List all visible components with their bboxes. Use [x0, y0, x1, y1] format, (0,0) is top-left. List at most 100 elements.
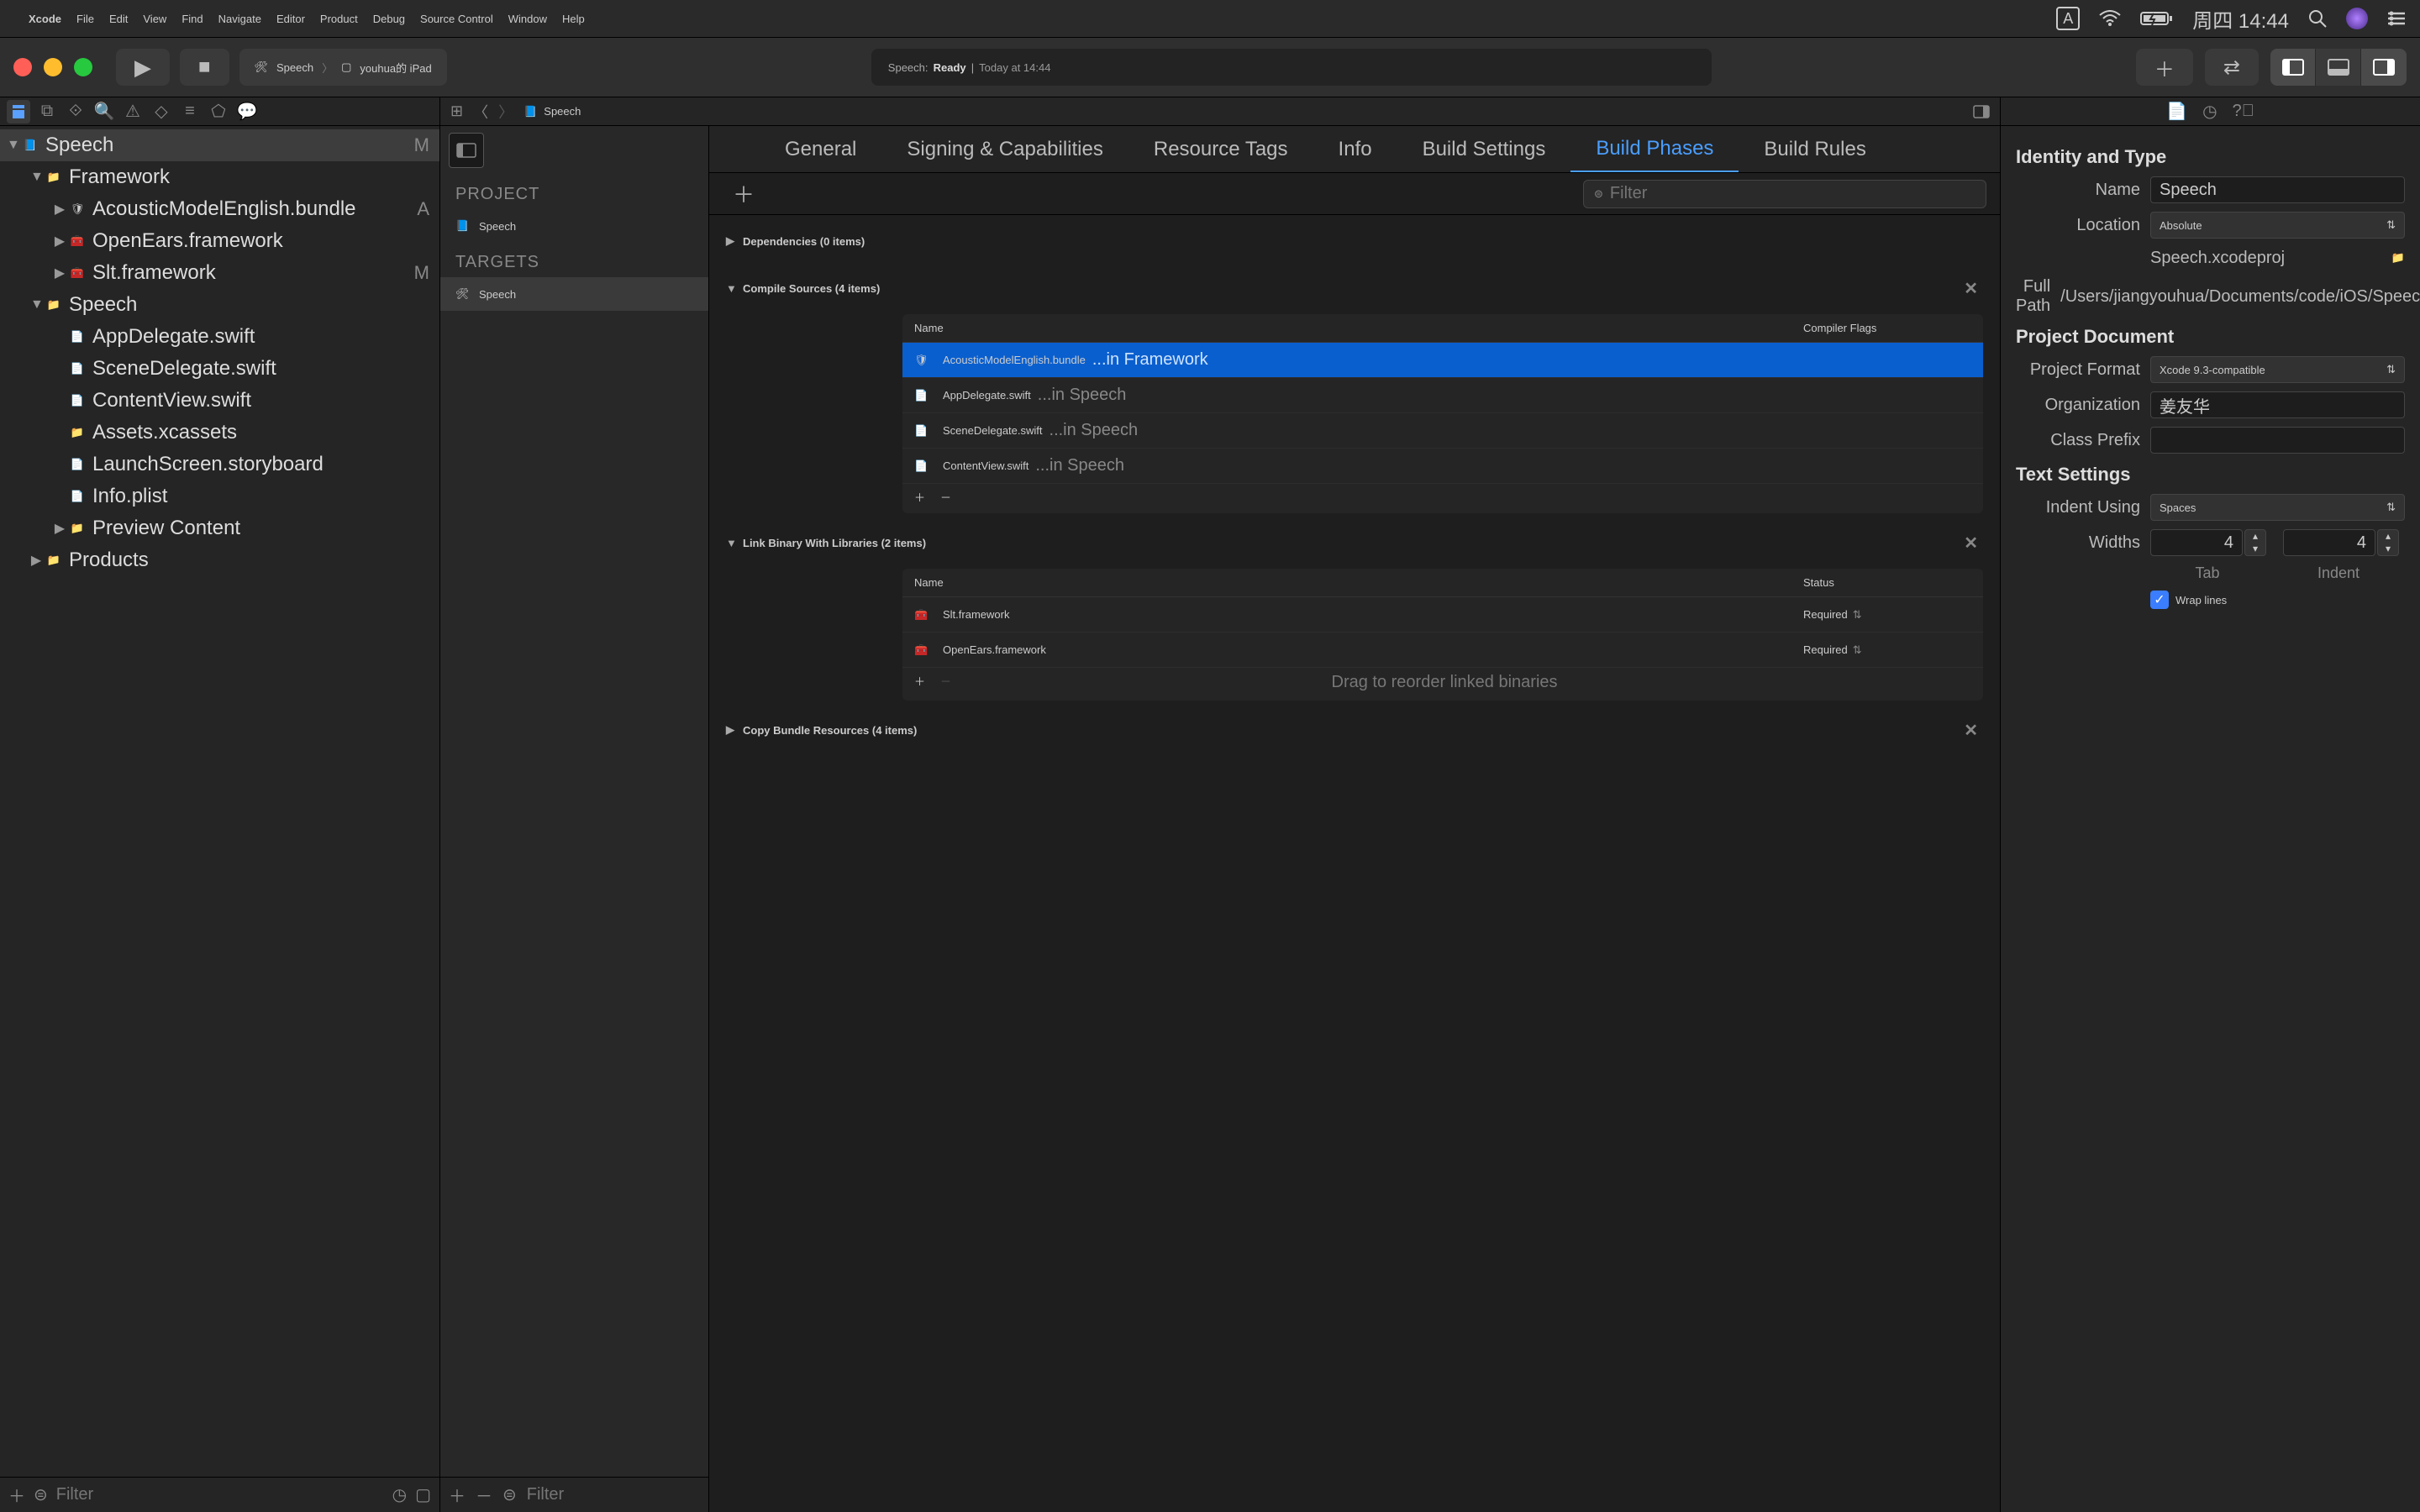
- recent-icon[interactable]: ◷: [392, 1484, 407, 1505]
- tab-stepper[interactable]: ▴▾: [2244, 529, 2266, 556]
- menu-window[interactable]: Window: [508, 13, 547, 25]
- remove-target-icon[interactable]: －: [476, 1483, 492, 1507]
- run-button[interactable]: ▶: [116, 49, 170, 86]
- tree-item[interactable]: ▶🧰Slt.frameworkM: [0, 257, 439, 289]
- close-icon[interactable]: ✕: [1959, 278, 1983, 299]
- forward-icon[interactable]: 〉: [498, 101, 513, 123]
- menu-editor[interactable]: Editor: [276, 13, 305, 25]
- stop-button[interactable]: ■: [180, 49, 229, 86]
- folder-icon[interactable]: 📁: [2391, 251, 2405, 265]
- tree-item[interactable]: ▶📁Preview Content: [0, 512, 439, 544]
- wrap-lines-checkbox[interactable]: ✓ Wrap lines: [2150, 591, 2227, 609]
- breadcrumb[interactable]: 📘 Speech: [523, 105, 581, 118]
- tree-item[interactable]: 📄Info.plist: [0, 480, 439, 512]
- toggle-inspector-button[interactable]: [2361, 49, 2407, 86]
- menu-view[interactable]: View: [143, 13, 166, 25]
- menu-navigate[interactable]: Navigate: [218, 13, 261, 25]
- target-row[interactable]: 🛠 Speech: [440, 277, 708, 311]
- breakpoint-navigator-icon[interactable]: ⬠: [207, 100, 230, 123]
- add-icon[interactable]: ＋: [8, 1483, 25, 1507]
- tree-item[interactable]: ▶🛡AcousticModelEnglish.bundleA: [0, 193, 439, 225]
- tab-signing[interactable]: Signing & Capabilities: [881, 126, 1128, 172]
- tree-item[interactable]: 📄SceneDelegate.swift: [0, 353, 439, 385]
- find-navigator-icon[interactable]: 🔍: [92, 100, 116, 123]
- project-navigator-icon[interactable]: [7, 100, 30, 123]
- format-select[interactable]: Xcode 9.3-compatible⇅: [2150, 356, 2405, 383]
- close-window-button[interactable]: [13, 58, 32, 76]
- symbol-navigator-icon[interactable]: ⟐: [64, 100, 87, 123]
- source-control-navigator-icon[interactable]: ⧉: [35, 100, 59, 123]
- remove-source-button[interactable]: －: [940, 489, 951, 505]
- tree-item[interactable]: ▶📁Products: [0, 544, 439, 576]
- debug-navigator-icon[interactable]: ≡: [178, 100, 202, 123]
- tree-item[interactable]: ▼📁Framework: [0, 161, 439, 193]
- tree-root[interactable]: ▼ 📘 Speech M: [0, 129, 439, 161]
- input-source-icon[interactable]: A: [2056, 7, 2080, 30]
- tab-general[interactable]: General: [760, 126, 881, 172]
- menu-edit[interactable]: Edit: [109, 13, 128, 25]
- file-inspector-icon[interactable]: 📄: [2166, 101, 2187, 122]
- indent-width-field[interactable]: 4: [2283, 529, 2375, 556]
- org-field[interactable]: 姜友华: [2150, 391, 2405, 418]
- toggle-navigator-button[interactable]: [2270, 49, 2316, 86]
- siri-icon[interactable]: [2346, 8, 2368, 29]
- phase-copy-header[interactable]: ▶ Copy Bundle Resources (4 items) ✕: [726, 712, 1983, 748]
- targets-filter-input[interactable]: [527, 1485, 628, 1504]
- indent-select[interactable]: Spaces⇅: [2150, 494, 2405, 521]
- menu-find[interactable]: Find: [182, 13, 203, 25]
- control-center-icon[interactable]: [2386, 10, 2407, 27]
- close-icon[interactable]: ✕: [1959, 533, 1983, 554]
- add-library-button[interactable]: ＋: [914, 673, 925, 692]
- tree-item[interactable]: ▶🧰OpenEars.framework: [0, 225, 439, 257]
- compile-row[interactable]: 📄AppDelegate.swift...in Speech: [902, 378, 1983, 413]
- history-inspector-icon[interactable]: ◷: [2202, 101, 2217, 122]
- tree-item[interactable]: 📄AppDelegate.swift: [0, 321, 439, 353]
- battery-icon[interactable]: [2140, 10, 2174, 27]
- back-icon[interactable]: 〈: [473, 101, 488, 123]
- tree-item[interactable]: ▼📁Speech: [0, 289, 439, 321]
- link-row[interactable]: 🧰Slt.frameworkRequired ⇅: [902, 597, 1983, 633]
- compile-row[interactable]: 🛡AcousticModelEnglish.bundle...in Framew…: [902, 343, 1983, 378]
- location-select[interactable]: Absolute⇅: [2150, 212, 2405, 239]
- test-navigator-icon[interactable]: ◇: [150, 100, 173, 123]
- tree-item[interactable]: 📁Assets.xcassets: [0, 417, 439, 449]
- tab-build-settings[interactable]: Build Settings: [1397, 126, 1571, 172]
- minimize-window-button[interactable]: [44, 58, 62, 76]
- toggle-debug-button[interactable]: [2316, 49, 2361, 86]
- app-menu[interactable]: Xcode: [29, 13, 61, 25]
- phase-compile-header[interactable]: ▼ Compile Sources (4 items) ✕: [726, 270, 1983, 306]
- library-button[interactable]: ＋: [2136, 49, 2193, 86]
- related-items-icon[interactable]: ⊞: [450, 102, 463, 120]
- menu-debug[interactable]: Debug: [373, 13, 405, 25]
- zoom-window-button[interactable]: [74, 58, 92, 76]
- scheme-selector[interactable]: 🛠 Speech 〉 ▢ youhua的 iPad: [239, 49, 447, 86]
- compile-row[interactable]: 📄ContentView.swift...in Speech: [902, 449, 1983, 484]
- issue-navigator-icon[interactable]: ⚠: [121, 100, 145, 123]
- add-editor-icon[interactable]: [1973, 105, 1990, 118]
- hide-targets-button[interactable]: [449, 133, 484, 168]
- remove-library-button[interactable]: －: [940, 673, 951, 692]
- tree-item[interactable]: 📄ContentView.swift: [0, 385, 439, 417]
- code-review-button[interactable]: ⇄: [2205, 49, 2259, 86]
- scm-filter-icon[interactable]: ▢: [415, 1484, 431, 1505]
- navigator-filter-input[interactable]: [56, 1485, 384, 1504]
- phase-filter-input[interactable]: [1610, 184, 1975, 203]
- prefix-field[interactable]: [2150, 427, 2405, 454]
- tab-info[interactable]: Info: [1313, 126, 1397, 172]
- report-navigator-icon[interactable]: 💬: [235, 100, 259, 123]
- add-source-button[interactable]: ＋: [914, 489, 925, 505]
- tab-width-field[interactable]: 4: [2150, 529, 2243, 556]
- phase-dependencies-header[interactable]: ▶ Dependencies (0 items): [726, 223, 1983, 259]
- name-field[interactable]: Speech: [2150, 176, 2405, 203]
- close-icon[interactable]: ✕: [1959, 720, 1983, 741]
- link-row[interactable]: 🧰OpenEars.frameworkRequired ⇅: [902, 633, 1983, 668]
- help-inspector-icon[interactable]: ?⃝: [2233, 102, 2254, 121]
- menu-product[interactable]: Product: [320, 13, 358, 25]
- indent-stepper[interactable]: ▴▾: [2377, 529, 2399, 556]
- spotlight-icon[interactable]: [2307, 8, 2328, 29]
- menu-file[interactable]: File: [76, 13, 94, 25]
- tab-build-phases[interactable]: Build Phases: [1570, 126, 1739, 172]
- wifi-icon[interactable]: [2098, 10, 2122, 27]
- project-row[interactable]: 📘 Speech: [440, 209, 708, 243]
- clock[interactable]: 周四 14:44: [2192, 4, 2289, 34]
